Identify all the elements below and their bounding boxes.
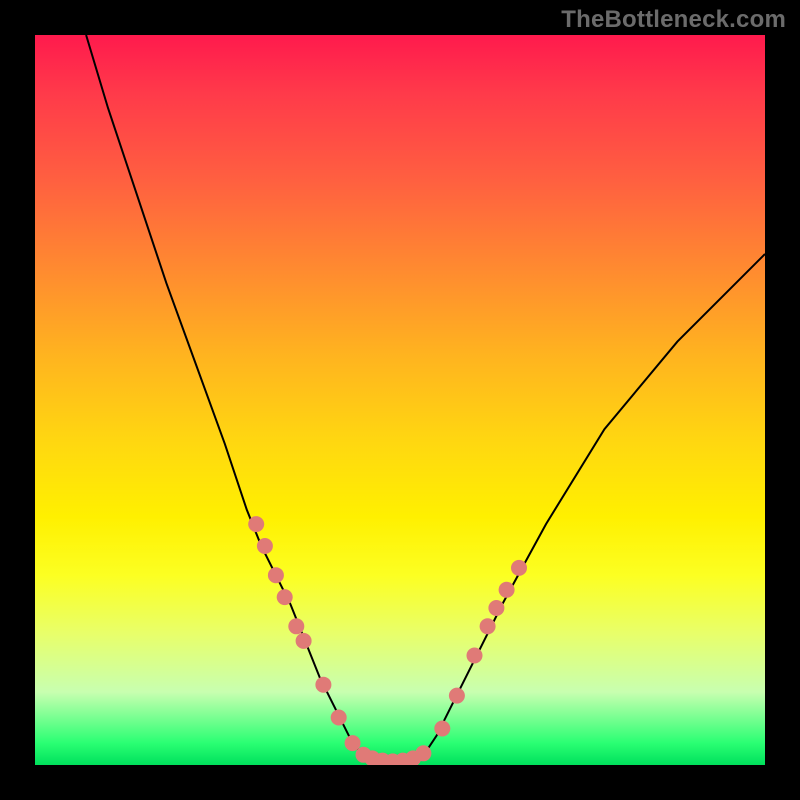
chart-frame: TheBottleneck.com — [0, 0, 800, 800]
curve-left-branch — [86, 35, 363, 758]
marker-dot — [268, 567, 284, 583]
marker-dot — [248, 516, 264, 532]
marker-dot — [449, 688, 465, 704]
marker-dot — [345, 735, 361, 751]
marker-dot — [467, 648, 483, 664]
watermark-text: TheBottleneck.com — [561, 6, 786, 34]
marker-dot — [434, 721, 450, 737]
marker-dot — [277, 589, 293, 605]
marker-dot — [257, 538, 273, 554]
marker-dot — [415, 745, 431, 761]
marker-dot — [480, 618, 496, 634]
marker-dot — [315, 677, 331, 693]
marker-dot — [511, 560, 527, 576]
curve-right-branch — [422, 254, 765, 758]
plot-area — [35, 35, 765, 765]
marker-dot — [296, 633, 312, 649]
marker-dot — [331, 710, 347, 726]
marker-dot — [288, 618, 304, 634]
curve-svg — [35, 35, 765, 765]
marker-dot — [499, 582, 515, 598]
marker-dot — [488, 600, 504, 616]
